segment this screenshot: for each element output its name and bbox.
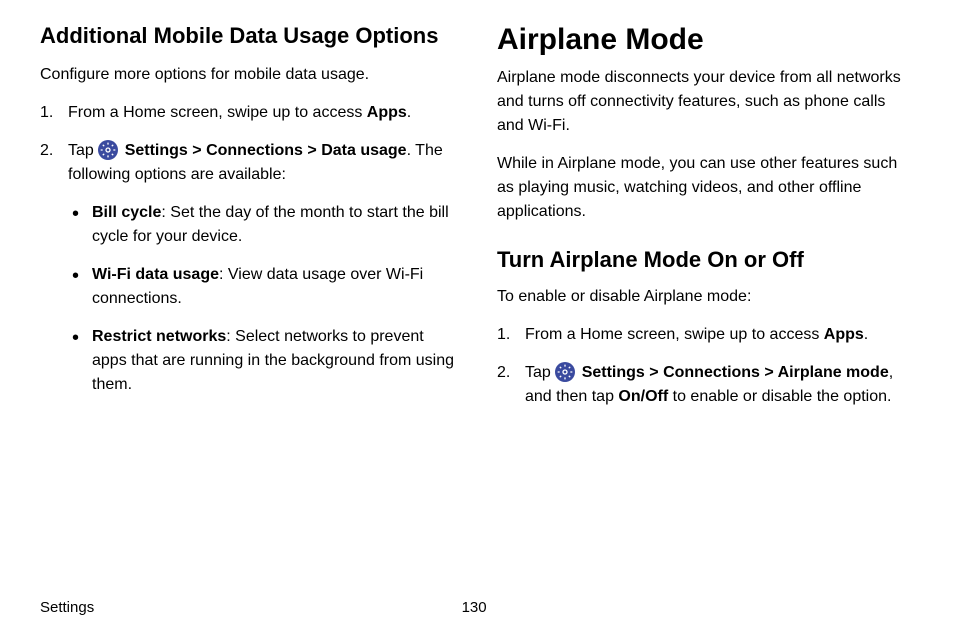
data-usage-label: Data usage [321, 142, 406, 159]
step-text: to enable or disable the option. [668, 388, 891, 405]
step-1-right: From a Home screen, swipe up to access A… [497, 323, 914, 347]
connections-label: Connections [663, 364, 760, 381]
page-footer: Settings 130 [40, 599, 914, 616]
subsection-heading-turn-onoff: Turn Airplane Mode On or Off [497, 246, 914, 275]
page-columns: Additional Mobile Data Usage Options Con… [40, 22, 914, 423]
steps-list-right: From a Home screen, swipe up to access A… [497, 323, 914, 409]
bullet-wifi-data: Wi-Fi data usage: View data usage over W… [68, 263, 457, 311]
bullet-bold: Wi-Fi data usage [92, 266, 219, 283]
right-column: Airplane Mode Airplane mode disconnects … [497, 22, 914, 423]
intro-text-2: To enable or disable Airplane mode: [497, 285, 914, 309]
para-2: While in Airplane mode, you can use othe… [497, 152, 914, 224]
breadcrumb-sep: > [188, 142, 206, 159]
airplane-mode-label: Airplane mode [778, 364, 889, 381]
section-heading-airplane: Airplane Mode [497, 22, 914, 58]
step-1-left: From a Home screen, swipe up to access A… [40, 101, 457, 125]
intro-text: Configure more options for mobile data u… [40, 63, 457, 87]
section-heading-data-options: Additional Mobile Data Usage Options [40, 22, 457, 51]
step-2-left: Tap Settings > Connections > Data usage.… [40, 139, 457, 397]
bullet-bill-cycle: Bill cycle: Set the day of the month to … [68, 201, 457, 249]
step-text: From a Home screen, swipe up to access [68, 104, 367, 121]
bullet-restrict-networks: Restrict networks: Select networks to pr… [68, 325, 457, 397]
footer-page-number: 130 [34, 599, 914, 616]
step-text: . [407, 104, 411, 121]
breadcrumb-sep: > [760, 364, 778, 381]
step-text: From a Home screen, swipe up to access [525, 326, 824, 343]
step-text: Tap [68, 142, 98, 159]
connections-label: Connections [206, 142, 303, 159]
settings-icon [98, 140, 118, 160]
breadcrumb-sep: > [645, 364, 663, 381]
para-1: Airplane mode disconnects your device fr… [497, 66, 914, 138]
breadcrumb-sep: > [303, 142, 321, 159]
settings-label: Settings [125, 142, 188, 159]
bullet-bold: Restrict networks [92, 328, 226, 345]
bullet-bold: Bill cycle [92, 204, 161, 221]
apps-label: Apps [367, 104, 407, 121]
onoff-label: On/Off [618, 388, 668, 405]
step-text: . [864, 326, 868, 343]
settings-label: Settings [582, 364, 645, 381]
steps-list-left: From a Home screen, swipe up to access A… [40, 101, 457, 397]
settings-icon [555, 362, 575, 382]
left-column: Additional Mobile Data Usage Options Con… [40, 22, 457, 423]
step-2-right: Tap Settings > Connections > Airplane mo… [497, 361, 914, 409]
step-text: Tap [525, 364, 555, 381]
apps-label: Apps [824, 326, 864, 343]
options-bullets: Bill cycle: Set the day of the month to … [68, 201, 457, 397]
